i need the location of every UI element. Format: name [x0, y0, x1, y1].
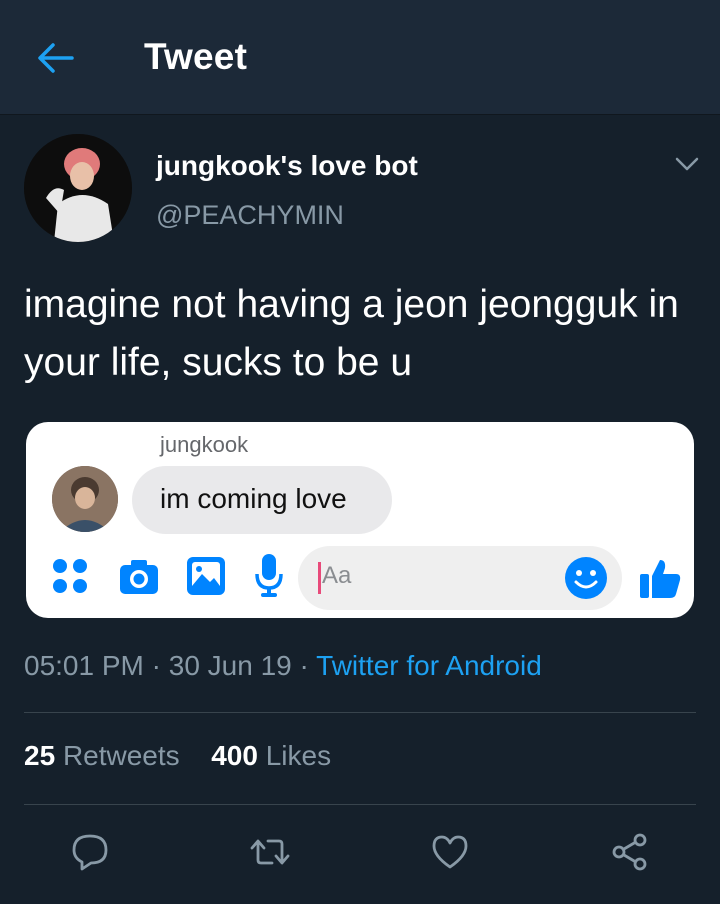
- user-handle[interactable]: @PEACHYMIN: [156, 200, 344, 231]
- microphone-icon[interactable]: [254, 552, 284, 598]
- camera-icon[interactable]: [118, 558, 160, 596]
- chevron-down-icon[interactable]: [674, 154, 700, 174]
- image-icon[interactable]: [186, 556, 226, 596]
- meta-separator: ·: [299, 650, 309, 681]
- tweet-date: 30 Jun 19: [168, 650, 292, 681]
- divider: [24, 804, 696, 805]
- text-cursor: [318, 562, 321, 594]
- message-bubble: im coming love: [132, 466, 392, 534]
- tweet-time: 05:01 PM: [24, 650, 144, 681]
- message-input[interactable]: Aa: [298, 546, 622, 610]
- emoji-icon[interactable]: [564, 556, 608, 600]
- message-input-placeholder: Aa: [322, 562, 352, 589]
- chat-sender-name: jungkook: [160, 432, 249, 457]
- chat-avatar-image: [52, 466, 118, 532]
- retweets-label: Retweets: [62, 740, 180, 771]
- likes-count: 400: [211, 740, 258, 771]
- page-title: Tweet: [144, 36, 248, 77]
- retweets-count: 25: [24, 740, 56, 771]
- reply-icon[interactable]: [70, 832, 110, 872]
- tweet-stats: 25 Retweets 400 Likes: [24, 740, 331, 772]
- top-bar: Tweet: [0, 0, 720, 115]
- embedded-chat-image[interactable]: jungkook im coming love Aa: [26, 422, 694, 618]
- display-name[interactable]: jungkook's love bot: [156, 150, 418, 182]
- avatar-image: [24, 134, 132, 242]
- thumbs-up-icon[interactable]: [638, 556, 682, 600]
- retweets-stat[interactable]: 25 Retweets: [24, 740, 180, 771]
- retweet-icon[interactable]: [250, 832, 290, 872]
- meta-separator: ·: [151, 650, 161, 681]
- chat-avatar: [52, 466, 118, 532]
- share-icon[interactable]: [610, 832, 650, 872]
- tweet-meta: 05:01 PM · 30 Jun 19 · Twitter for Andro…: [24, 650, 542, 682]
- divider: [24, 712, 696, 713]
- tweet-source-link[interactable]: Twitter for Android: [316, 650, 542, 681]
- avatar[interactable]: [24, 134, 132, 242]
- arrow-left-icon[interactable]: [36, 40, 74, 76]
- message-text: im coming love: [160, 483, 347, 514]
- likes-stat[interactable]: 400 Likes: [211, 740, 331, 771]
- like-icon[interactable]: [430, 832, 470, 872]
- tweet-text: imagine not having a jeon jeongguk in yo…: [24, 283, 679, 384]
- apps-icon[interactable]: [50, 556, 90, 596]
- likes-label: Likes: [265, 740, 332, 771]
